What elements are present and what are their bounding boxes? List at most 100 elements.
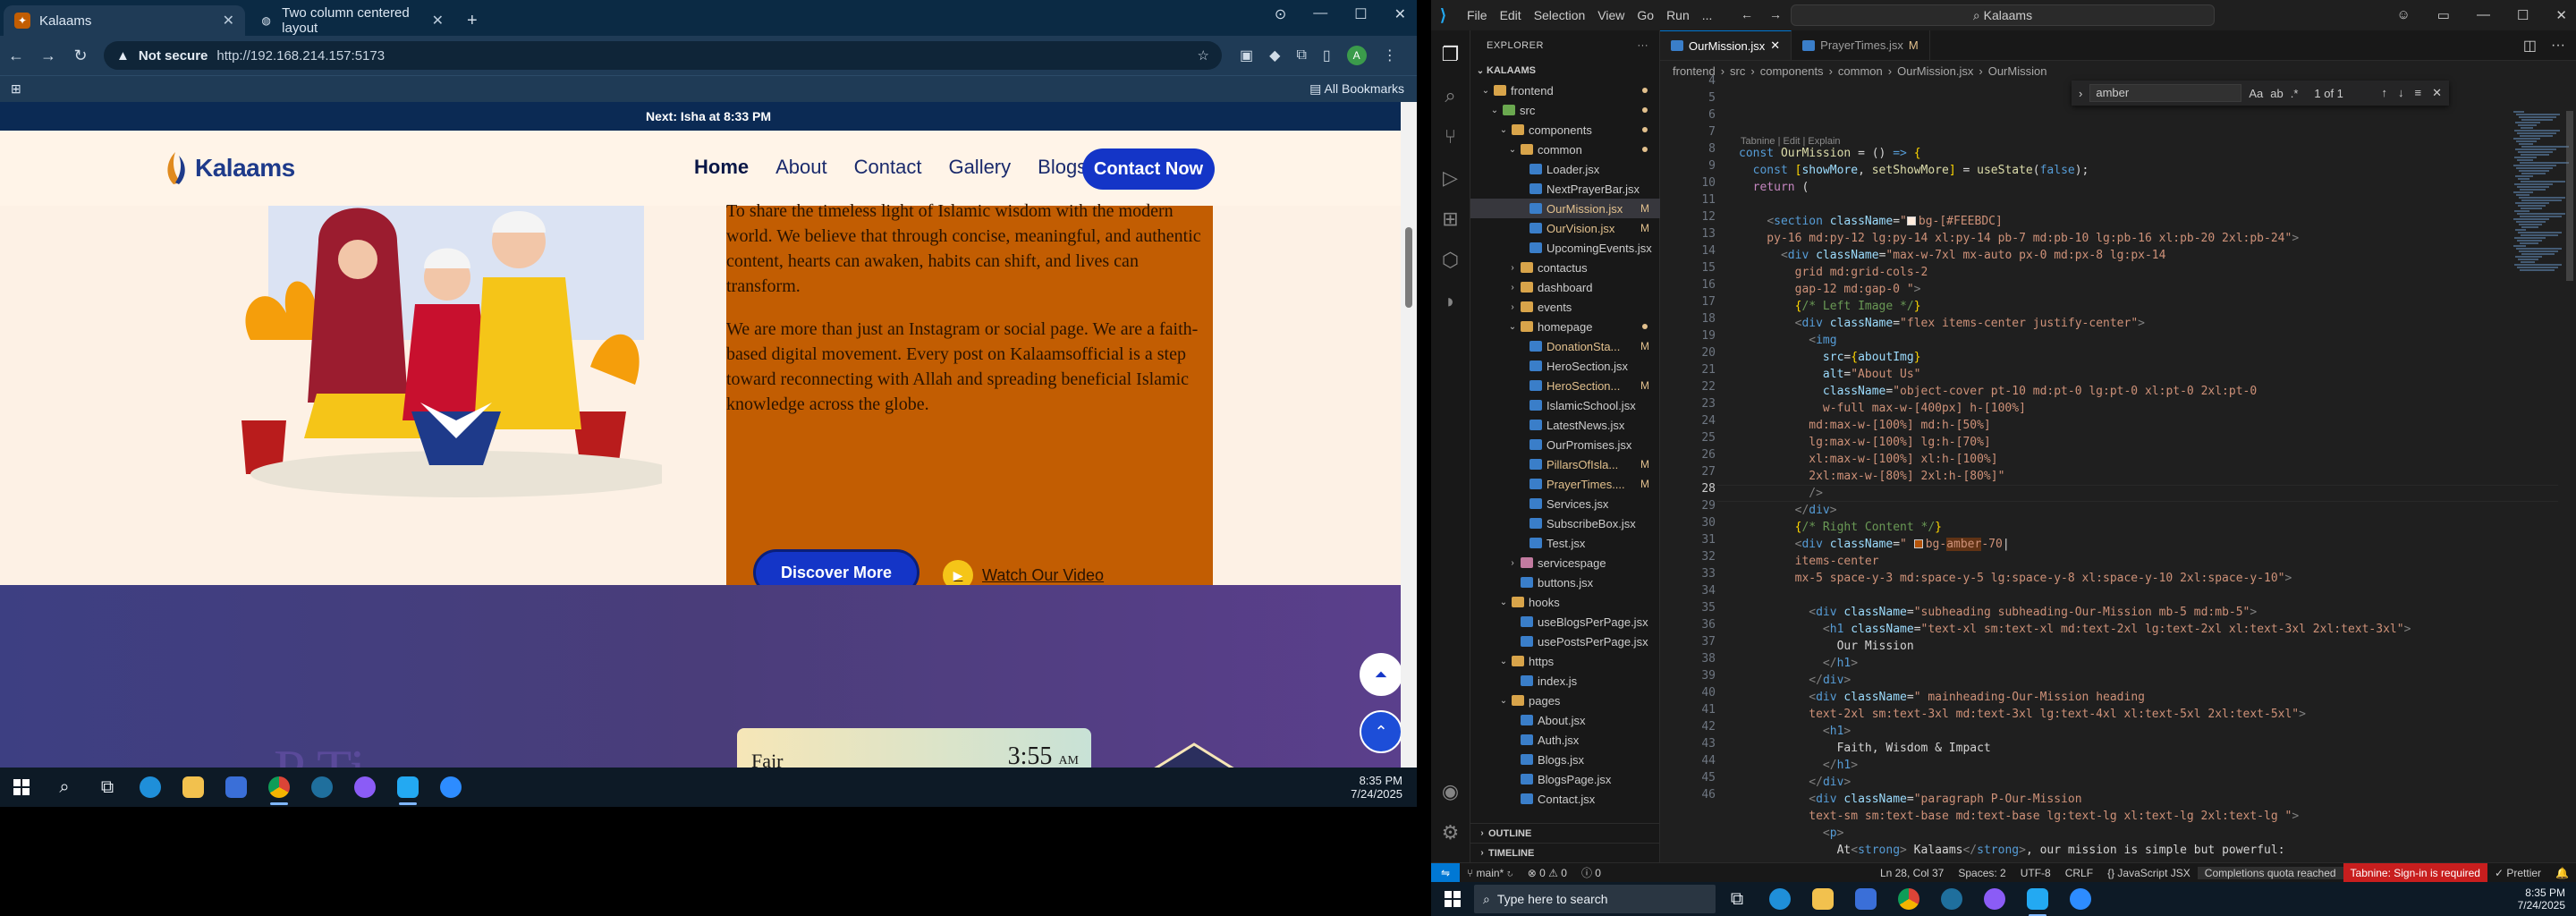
file-item[interactable]: BlogsPage.jsx	[1470, 769, 1660, 789]
browser-tab-kalaams[interactable]: ✦ Kalaams ✕	[4, 5, 245, 36]
extensions-icon[interactable]: ⊞	[1442, 208, 1458, 231]
forward-arrow-icon[interactable]: →	[1769, 7, 1782, 21]
menu-go[interactable]: Go	[1637, 8, 1654, 22]
file-explorer-icon[interactable]	[172, 768, 215, 807]
file-item[interactable]: PillarsOfIsla... M	[1470, 454, 1660, 474]
file-item[interactable]: buttons.jsx	[1470, 572, 1660, 592]
account-icon[interactable]: ◉	[1442, 780, 1459, 803]
tab-prayertimes[interactable]: PrayerTimes.jsx M	[1792, 30, 1930, 60]
page-scrollbar[interactable]	[1401, 102, 1417, 768]
file-item[interactable]: Services.jsx	[1470, 494, 1660, 513]
file-item[interactable]: Contact.jsx	[1470, 789, 1660, 809]
extension-icon[interactable]: ◆	[1269, 47, 1280, 64]
task-view-icon[interactable]: ⧉	[86, 768, 129, 807]
site-logo[interactable]: Kalaams	[161, 148, 295, 188]
tab-ourmission[interactable]: OurMission.jsx ✕	[1660, 30, 1792, 60]
gear-icon[interactable]: ⚙	[1442, 821, 1460, 844]
maximize-icon[interactable]: ☐	[1354, 5, 1367, 23]
line-endings[interactable]: CRLF	[2058, 867, 2100, 879]
branch-status[interactable]: ⑂ main* ↻	[1460, 867, 1521, 879]
apps-grid-icon[interactable]: ⊞	[11, 81, 21, 97]
scrollbar-thumb[interactable]	[1405, 227, 1412, 308]
windows-start-icon[interactable]	[0, 768, 43, 807]
breadcrumb-item[interactable]: OurMission.jsx	[1897, 64, 1973, 78]
github-icon[interactable]	[343, 768, 386, 807]
menu-selection[interactable]: Selection	[1534, 8, 1586, 22]
breadcrumb-item[interactable]: common	[1838, 64, 1883, 78]
nav-gallery[interactable]: Gallery	[948, 156, 1011, 179]
file-item[interactable]: Auth.jsx	[1470, 730, 1660, 750]
back-arrow-icon[interactable]: ←	[1741, 7, 1753, 21]
more-actions-icon[interactable]: ···	[1638, 40, 1649, 51]
clock-right[interactable]: 8:35 PM 7/24/2025	[2518, 882, 2565, 916]
profile-avatar[interactable]: A	[1346, 46, 1367, 65]
prettier-status[interactable]: ✓ Prettier	[2487, 867, 2548, 879]
file-item[interactable]: Loader.jsx	[1470, 159, 1660, 179]
copilot-icon[interactable]: ☺	[2396, 7, 2410, 23]
close-window-icon[interactable]: ✕	[2555, 7, 2567, 23]
file-item[interactable]: HeroSection... M	[1470, 376, 1660, 395]
search-icon[interactable]: ⌕	[1445, 84, 1455, 107]
menu-run[interactable]: Run	[1666, 8, 1690, 22]
app-icon[interactable]	[1930, 879, 1973, 916]
notifications-bell-icon[interactable]: 🔔	[2548, 867, 2576, 879]
chrome-icon[interactable]	[1887, 879, 1930, 916]
back-arrow-icon[interactable]: ←	[0, 47, 32, 65]
encoding[interactable]: UTF-8	[2013, 867, 2058, 879]
file-item[interactable]: OurMission.jsx M	[1470, 199, 1660, 218]
folder-item[interactable]: ⌄ src	[1470, 100, 1660, 120]
explorer-icon[interactable]: ❐	[1442, 43, 1460, 66]
split-editor-icon[interactable]: ◫	[2523, 37, 2537, 55]
extension-icon[interactable]: ⊙	[1275, 5, 1286, 23]
folder-item[interactable]: ⌄ https	[1470, 651, 1660, 671]
file-item[interactable]: DonationSta... M	[1470, 336, 1660, 356]
app-icon[interactable]	[301, 768, 343, 807]
nav-about[interactable]: About	[775, 156, 827, 179]
file-item[interactable]: NextPrayerBar.jsx	[1470, 179, 1660, 199]
minimap[interactable]	[2513, 111, 2569, 290]
more-actions-icon[interactable]: ···	[2551, 38, 2565, 54]
taskbar-search[interactable]: ⌕ Type here to search	[1474, 885, 1716, 913]
timeline-panel[interactable]: › TIMELINE	[1470, 843, 1660, 862]
file-item[interactable]: LatestNews.jsx	[1470, 415, 1660, 435]
file-item[interactable]: index.js	[1470, 671, 1660, 691]
forward-arrow-icon[interactable]: →	[32, 47, 64, 65]
close-icon[interactable]: ✕	[1770, 38, 1780, 53]
folder-item[interactable]: ⌄ homepage	[1470, 317, 1660, 336]
tabnine-codelens[interactable]: Tabnine | Edit | Explain	[1741, 136, 1841, 147]
reload-icon[interactable]: ↻	[64, 47, 97, 65]
quota-status[interactable]: Completions quota reached	[2197, 866, 2343, 879]
folder-item[interactable]: › servicespage	[1470, 553, 1660, 572]
task-view-icon[interactable]: ⧉	[1716, 879, 1758, 916]
folder-item[interactable]: ⌄ frontend	[1470, 81, 1660, 100]
menu-file[interactable]: File	[1467, 8, 1487, 22]
search-icon[interactable]: ⌕	[43, 768, 86, 807]
tabnine-status[interactable]: Tabnine: Sign-in is required	[2343, 862, 2487, 883]
zoom-icon[interactable]	[429, 768, 472, 807]
indentation[interactable]: Spaces: 2	[1951, 867, 2012, 879]
file-explorer-icon[interactable]	[1801, 879, 1844, 916]
editor-scrollbar[interactable]	[2563, 111, 2576, 862]
file-item[interactable]: About.jsx	[1470, 710, 1660, 730]
vscode-icon[interactable]	[386, 768, 429, 807]
menu-view[interactable]: View	[1597, 8, 1624, 22]
problems-status[interactable]: ⊗ 0 ⚠ 0	[1521, 867, 1574, 879]
menu-more[interactable]: ...	[1702, 8, 1713, 22]
new-tab-plus-icon[interactable]: +	[454, 5, 490, 36]
file-item[interactable]: OurPromises.jsx	[1470, 435, 1660, 454]
close-icon[interactable]: ✕	[223, 12, 234, 30]
close-window-icon[interactable]: ✕	[1394, 5, 1406, 23]
vscode-icon[interactable]	[2016, 879, 2059, 916]
breadcrumb-item[interactable]: src	[1730, 64, 1745, 78]
sidepanel-icon[interactable]: ▯	[1323, 47, 1331, 64]
mongodb-icon[interactable]: ◗	[1445, 290, 1456, 313]
edge-icon[interactable]	[129, 768, 172, 807]
breadcrumb-item[interactable]: components	[1760, 64, 1824, 78]
github-icon[interactable]	[1973, 879, 2016, 916]
workspace-root[interactable]: ⌄ KALAAMS	[1470, 61, 1660, 81]
file-item[interactable]: UpcomingEvents.jsx	[1470, 238, 1660, 258]
file-item[interactable]: PrayerTimes.... M	[1470, 474, 1660, 494]
puzzle-icon[interactable]: ⧉	[1296, 47, 1306, 64]
command-center-search[interactable]: ⌕ Kalaams	[1791, 4, 2215, 26]
language-mode[interactable]: {} JavaScript JSX	[2100, 867, 2198, 879]
